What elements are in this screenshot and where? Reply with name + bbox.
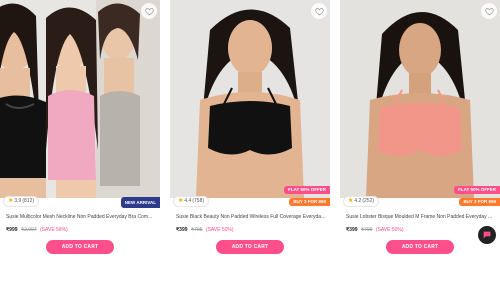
product-card[interactable]: FLAT 50% OFFER BUY 3 FOR 999 ★ 4.2 (252)… (340, 0, 500, 258)
rating-badge: ★ 3.9 (812) (3, 196, 40, 207)
product-image[interactable] (170, 0, 330, 198)
wishlist-button[interactable] (141, 3, 157, 19)
product-card[interactable]: FLAT 50% OFFER BUY 3 FOR 999 ★ 4.4 (758)… (170, 0, 330, 258)
heart-icon (144, 7, 154, 15)
new-arrival-badge: NEW ARRIVAL (120, 197, 160, 208)
product-image[interactable] (340, 0, 500, 198)
flat-offer-badge: FLAT 50% OFFER (454, 186, 500, 194)
buy-offer-badge: BUY 3 FOR 999 (289, 198, 330, 206)
product-grid: ★ 3.9 (812) NEW ARRIVAL Susie Multicolor… (0, 0, 500, 300)
discount-text: (SAVE 58%) (40, 227, 68, 233)
review-count: (758) (192, 198, 205, 204)
product-title[interactable]: Susie Multicolor Mesh Neckline Non Padde… (6, 214, 156, 220)
original-price: ₹2,097 (20, 227, 37, 233)
discount-text: (SAVE 50%) (375, 227, 404, 233)
review-count: (812) (22, 198, 35, 204)
product-card[interactable]: ★ 3.9 (812) NEW ARRIVAL Susie Multicolor… (0, 0, 160, 258)
heart-icon (314, 7, 324, 15)
sale-price: ₹399 (346, 227, 358, 233)
heart-icon (484, 7, 494, 15)
product-title[interactable]: Susie Lobster Bisque Moulded M Frame Non… (346, 214, 496, 220)
buy-offer-badge: BUY 3 FOR 999 (459, 198, 500, 206)
original-price: ₹795 (190, 227, 203, 233)
original-price: ₹799 (360, 227, 373, 233)
rating-badge: ★ 4.2 (252) (343, 196, 380, 207)
product-image[interactable] (0, 0, 160, 198)
sale-price: ₹399 (176, 227, 188, 233)
rating-value: 4.2 (354, 198, 362, 204)
chat-icon (483, 231, 491, 239)
add-to-cart-button[interactable]: ADD TO CART (46, 240, 114, 254)
flat-offer-badge: FLAT 50% OFFER (284, 186, 330, 194)
price-row: ₹399 ₹795 (SAVE 50%) (176, 227, 234, 233)
wishlist-button[interactable] (481, 3, 497, 19)
rating-value: 3.9 (14, 198, 22, 204)
star-icon: ★ (178, 198, 184, 204)
rating-badge: ★ 4.4 (758) (173, 196, 210, 207)
price-row: ₹399 ₹799 (SAVE 50%) (346, 227, 404, 233)
rating-value: 4.4 (184, 198, 192, 204)
review-count: (252) (362, 198, 375, 204)
price-row: ₹999 ₹2,097 (SAVE 58%) (6, 227, 68, 233)
star-icon: ★ (8, 198, 14, 204)
sale-price: ₹999 (6, 227, 18, 233)
add-to-cart-button[interactable]: ADD TO CART (386, 240, 454, 254)
wishlist-button[interactable] (311, 3, 327, 19)
discount-text: (SAVE 50%) (205, 227, 234, 233)
chat-button[interactable] (478, 226, 496, 244)
add-to-cart-button[interactable]: ADD TO CART (216, 240, 284, 254)
star-icon: ★ (348, 198, 354, 204)
product-title[interactable]: Susie Black Beauty Non Padded Wireless F… (176, 214, 326, 220)
